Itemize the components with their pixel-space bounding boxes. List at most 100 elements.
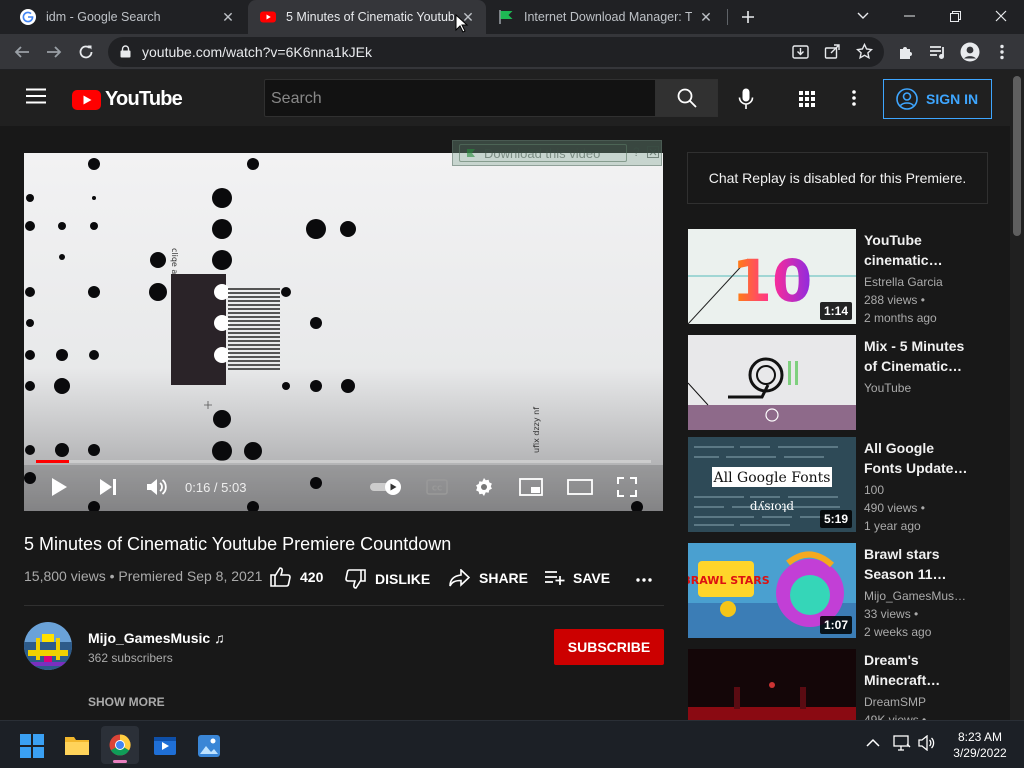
recommendation-views: 33 views • [864, 607, 919, 621]
recommendation-title: Dream's Minecraft… [864, 652, 941, 688]
theater-mode-button[interactable] [567, 479, 593, 495]
clock-button[interactable]: 8:23 AM 3/29/2022 [944, 729, 1016, 761]
reload-button[interactable] [74, 40, 98, 64]
address-bar[interactable]: youtube.com/watch?v=6K6nna1kJEk [108, 37, 884, 67]
close-tab-icon[interactable]: ✕ [698, 9, 714, 25]
youtube-logo[interactable]: YouTube [72, 88, 183, 111]
playlist-add-icon [545, 571, 565, 585]
channel-name-link[interactable]: Mijo_GamesMusic ♫ [88, 630, 225, 646]
svg-text:ufix dzzy nf: ufix dzzy nf [532, 407, 541, 453]
mute-button[interactable] [146, 477, 168, 497]
subtitles-button[interactable]: CC [426, 479, 448, 495]
share-page-icon[interactable] [824, 43, 841, 60]
idm-download-button[interactable]: Download this video [459, 144, 627, 162]
youtube-logo-text: YouTube [105, 88, 183, 110]
recommendation-thumbnail[interactable]: All Google Fonts dʎsɪoʇd 5:19 [688, 437, 856, 532]
idm-icon [499, 10, 513, 24]
thumbnail-heading: All Google Fonts [713, 470, 831, 486]
page-scrollbar[interactable] [1010, 70, 1024, 720]
chevron-down-icon [857, 12, 869, 19]
recommendation-age: 2 weeks ago [864, 625, 932, 639]
tab-search-button[interactable] [840, 0, 886, 32]
recommendation-thumbnail[interactable] [688, 335, 856, 430]
idm-download-label: Download this video [484, 145, 601, 161]
tab-separator [727, 9, 728, 25]
start-button[interactable] [20, 734, 44, 758]
thumbnail-image [688, 649, 856, 720]
chrome-taskbar-button[interactable] [101, 726, 139, 764]
miniplayer-button[interactable] [519, 478, 543, 496]
tab-idm[interactable]: Internet Download Manager: The ✕ [486, 0, 724, 34]
browser-toolbar: youtube.com/watch?v=6K6nna1kJEk [0, 34, 1024, 70]
recommendation-title: All Google Fonts Update… [864, 440, 968, 476]
close-window-button[interactable] [978, 0, 1024, 32]
recommendation-thumbnail[interactable]: BRAWL STARS 1:07 [688, 543, 856, 638]
settings-button[interactable] [474, 477, 494, 497]
recommendation-thumbnail[interactable] [688, 649, 856, 720]
forward-button[interactable] [42, 40, 66, 64]
recommendation-item[interactable]: BRAWL STARS 1:07 Brawl stars Season 11… … [688, 543, 988, 639]
like-button[interactable]: 420 [270, 567, 323, 587]
recommendation-item[interactable]: Dream's Minecraft… DreamSMP 49K views • [688, 649, 988, 720]
video-player[interactable]: cliqe a ufix dzzy nf 0:16 / 5:03 CC [24, 153, 663, 511]
photos-app-button[interactable] [197, 734, 221, 758]
recommendation-views: 288 views • [864, 293, 925, 307]
minimize-button[interactable] [886, 0, 932, 32]
autoplay-toggle[interactable] [369, 479, 403, 495]
extensions-button[interactable] [894, 40, 918, 64]
dislike-button[interactable]: DISLIKE [345, 569, 430, 589]
media-app-button[interactable] [153, 734, 177, 758]
youtube-page: YouTube Search SIGN IN cliqe a ufix dzzy… [0, 70, 1024, 720]
sign-in-button[interactable]: SIGN IN [883, 79, 992, 119]
next-button[interactable] [98, 477, 118, 497]
recommendation-views: 490 views • [864, 501, 925, 515]
idm-download-panel[interactable]: Download this video ? [452, 140, 662, 166]
profile-button[interactable] [958, 40, 982, 64]
search-input[interactable]: Search [264, 79, 656, 117]
more-actions-button[interactable] [636, 578, 652, 582]
save-button[interactable]: SAVE [545, 570, 610, 586]
fullscreen-button[interactable] [617, 477, 637, 497]
voice-search-button[interactable] [738, 88, 754, 110]
chrome-menu-button[interactable] [990, 40, 1014, 64]
network-button[interactable] [893, 735, 911, 751]
guide-menu-button[interactable] [26, 88, 46, 104]
search-button[interactable] [655, 79, 718, 117]
play-button[interactable] [50, 477, 68, 497]
close-icon[interactable] [647, 146, 659, 158]
share-button[interactable]: SHARE [449, 569, 528, 587]
install-app-icon[interactable] [792, 43, 809, 60]
tab-youtube-video[interactable]: 5 Minutes of Cinematic Youtube Premiere … [248, 0, 486, 34]
channel-avatar[interactable] [24, 622, 72, 670]
show-more-button[interactable]: SHOW MORE [88, 695, 165, 709]
close-tab-icon[interactable]: ✕ [220, 9, 236, 25]
minimize-icon [903, 15, 915, 17]
scrollbar-thumb[interactable] [1013, 76, 1021, 236]
show-hidden-icons-button[interactable] [866, 738, 880, 748]
divider [24, 605, 664, 606]
back-button[interactable] [10, 40, 34, 64]
puzzle-icon [900, 47, 912, 59]
recommendation-title: Brawl stars Season 11… [864, 546, 947, 582]
video-duration: 1:07 [819, 616, 852, 634]
video-duration: 1:14 [819, 302, 852, 320]
recommendation-thumbnail[interactable]: 10 1:14 [688, 229, 856, 324]
new-tab-button[interactable] [737, 6, 759, 28]
subscribe-button[interactable]: SUBSCRIBE [554, 629, 664, 665]
bookmark-star-icon[interactable] [856, 43, 873, 60]
idm-help-button[interactable]: ? [633, 145, 640, 159]
youtube-settings-button[interactable] [852, 90, 856, 106]
recommendation-channel: 100 [864, 483, 885, 497]
recommendation-item[interactable]: Mix - 5 Minutes of Cinematic… YouTube [688, 335, 988, 430]
video-duration: 5:19 [819, 510, 852, 528]
volume-button[interactable] [918, 735, 936, 751]
tab-google-search[interactable]: idm - Google Search ✕ [8, 0, 246, 34]
media-control-button[interactable] [926, 40, 950, 64]
youtube-apps-button[interactable] [798, 90, 816, 108]
recommendation-item[interactable]: All Google Fonts dʎsɪoʇd 5:19 All Google… [688, 437, 988, 533]
recommendation-item[interactable]: 10 1:14 YouTube cinematic… Estrella Garc… [688, 229, 988, 325]
volume-icon [147, 479, 167, 495]
restore-button[interactable] [932, 0, 978, 32]
progress-bar[interactable] [36, 460, 651, 463]
file-explorer-button[interactable] [64, 734, 90, 756]
